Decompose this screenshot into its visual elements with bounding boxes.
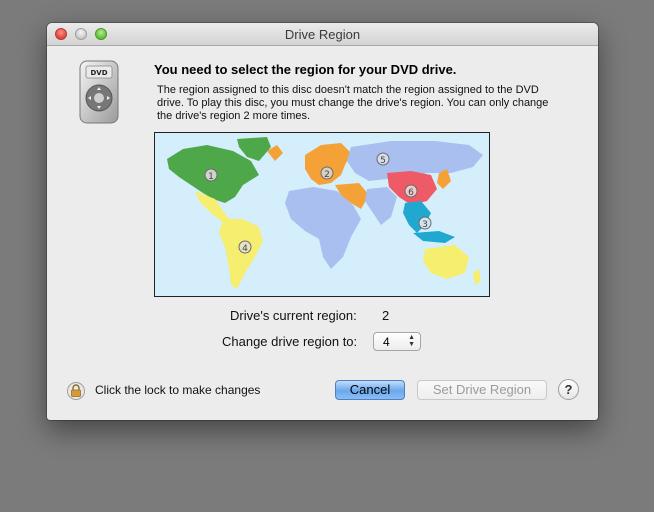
window-title: Drive Region xyxy=(284,27,361,42)
title-bar[interactable]: Drive Region xyxy=(47,23,598,46)
svg-text:DVD: DVD xyxy=(90,69,107,77)
lock-label: Click the lock to make changes xyxy=(95,383,261,397)
dialog-headline: You need to select the region for your D… xyxy=(154,62,457,77)
help-button[interactable]: ? xyxy=(558,379,579,400)
change-region-label: Change drive region to: xyxy=(222,334,358,349)
current-region-label: Drive's current region: xyxy=(230,308,357,323)
region-world-map: 1 2 3 4 5 6 xyxy=(154,132,490,297)
set-drive-region-button[interactable]: Set Drive Region xyxy=(417,380,547,400)
dvd-player-icon: DVD xyxy=(79,60,119,124)
svg-text:2: 2 xyxy=(324,170,330,180)
up-down-arrows-icon: ▲ ▼ xyxy=(408,334,415,348)
region-select-value: 4 xyxy=(383,335,390,349)
dialog-message: The region assigned to this disc doesn't… xyxy=(157,84,549,122)
svg-text:5: 5 xyxy=(380,156,386,166)
svg-text:6: 6 xyxy=(408,188,414,198)
current-region-value: 2 xyxy=(382,308,390,323)
svg-text:1: 1 xyxy=(208,172,214,182)
lock-icon[interactable] xyxy=(67,381,85,401)
drive-region-window: Drive Region DVD You need to select the … xyxy=(47,23,598,420)
region-select[interactable]: 4 ▲ ▼ xyxy=(373,332,421,351)
svg-text:3: 3 xyxy=(422,220,428,230)
svg-text:4: 4 xyxy=(242,244,248,254)
cancel-button[interactable]: Cancel xyxy=(335,380,405,400)
